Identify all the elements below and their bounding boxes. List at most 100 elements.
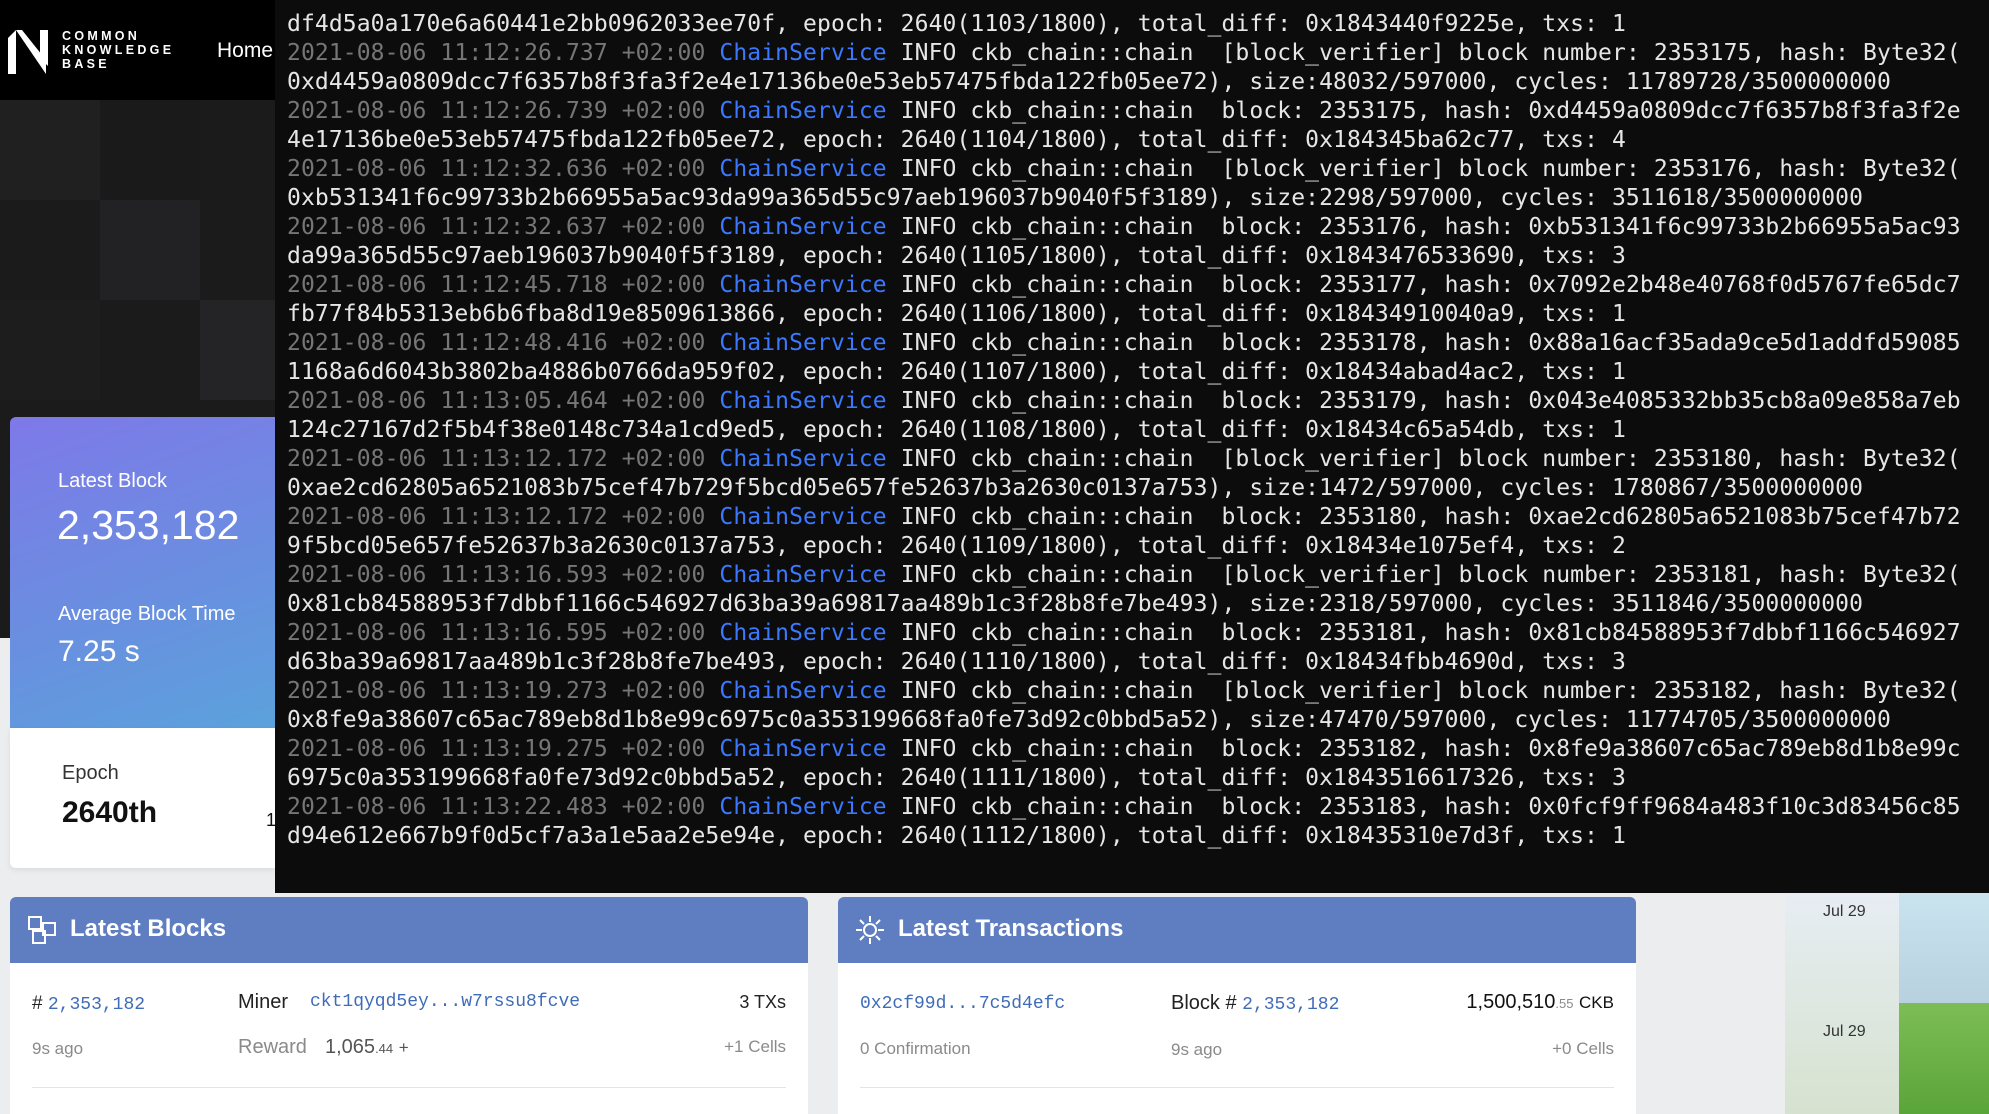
log-timestamp: 2021-08-06 11:13:16.593 +02:00 (287, 562, 706, 588)
log-message: d94e612e667b9f0d5cf7a3a1e5aa2e5e94e, epo… (287, 823, 1626, 849)
logo-text: COMMON KNOWLEDGE BASE (62, 29, 174, 71)
terminal-line: 0xae2cd62805a6521083b75cef47b729f5bcd05e… (287, 474, 1987, 503)
reward-value: 1,065.44 + (325, 1036, 409, 1059)
cells-count: +1 Cells (724, 1037, 786, 1056)
epoch-label: Epoch (62, 762, 119, 784)
epoch-value: 2640th (62, 796, 158, 829)
tx-amount-integer: 1,500,510 (1466, 991, 1556, 1013)
log-timestamp: 2021-08-06 11:13:19.275 +02:00 (287, 736, 706, 762)
log-message: INFO ckb_chain::chain [block_verifier] b… (886, 156, 1961, 182)
side-date: Jul 29 (1823, 1023, 1866, 1040)
logo-line: KNOWLEDGE (62, 43, 175, 57)
row-divider (860, 1087, 1614, 1088)
latest-transactions-title: Latest Transactions (898, 915, 1124, 942)
logo-icon[interactable] (8, 30, 53, 74)
log-timestamp: 2021-08-06 11:13:19.273 +02:00 (287, 678, 706, 704)
log-service: ChainService (719, 156, 887, 182)
block-number-link[interactable]: 2,353,182 (48, 995, 145, 1015)
tx-age: 9s ago (1171, 1040, 1223, 1059)
log-message: INFO ckb_chain::chain [block_verifier] b… (886, 562, 1961, 588)
block-number: # 2,353,182 (32, 993, 145, 1015)
block-age: 9s ago (32, 1039, 84, 1058)
log-message: fb77f84b5313eb6b6fba8d19e8509613866, epo… (287, 301, 1626, 327)
log-message: INFO ckb_chain::chain block: 2353177, ha… (886, 272, 1961, 298)
epoch-card: Epoch 2640th 1 (10, 728, 276, 868)
nav-home-link[interactable]: Home (217, 39, 273, 63)
blocks-icon (28, 916, 56, 944)
log-message: INFO ckb_chain::chain block: 2353180, ha… (886, 504, 1961, 530)
log-service: ChainService (719, 678, 887, 704)
log-message: INFO ckb_chain::chain block: 2353175, ha… (886, 98, 1961, 124)
log-service: ChainService (719, 446, 887, 472)
terminal-line: 2021-08-06 11:12:32.636 +02:00 ChainServ… (287, 155, 1987, 184)
avg-block-time-value: 7.25 s (58, 635, 140, 668)
log-message: INFO ckb_chain::chain block: 2353181, ha… (886, 620, 1961, 646)
log-service: ChainService (719, 736, 887, 762)
log-service: ChainService (719, 214, 887, 240)
miner-address-link[interactable]: ckt1qyqd5ey...w7rssu8fcve (310, 992, 580, 1012)
side-panel (1785, 893, 1899, 1114)
log-timestamp: 2021-08-06 11:12:26.739 +02:00 (287, 98, 706, 124)
logo-line: COMMON (62, 29, 141, 43)
log-service: ChainService (719, 794, 887, 820)
log-timestamp: 2021-08-06 11:13:16.595 +02:00 (287, 620, 706, 646)
log-timestamp: 2021-08-06 11:12:26.737 +02:00 (287, 40, 706, 66)
reward-decimal: .44 (375, 1041, 394, 1056)
tx-amount-decimal: .55 (1555, 996, 1574, 1011)
log-message: INFO ckb_chain::chain block: 2353183, ha… (886, 794, 1961, 820)
terminal-line: df4d5a0a170e6a60441e2bb0962033ee70f, epo… (287, 10, 1987, 39)
tx-block-label: Block # (1171, 992, 1237, 1014)
chain-stats-card: Latest Block 2,353,182 Average Block Tim… (10, 417, 276, 728)
row-divider (32, 1087, 786, 1088)
tx-amount: 1,500,510.55 CKB (1466, 991, 1614, 1014)
terminal-line: 2021-08-06 11:12:45.718 +02:00 ChainServ… (287, 271, 1987, 300)
terminal-line: 2021-08-06 11:13:22.483 +02:00 ChainServ… (287, 793, 1987, 822)
tx-count: 3 TXs (739, 992, 786, 1012)
top-navbar: COMMON KNOWLEDGE BASE Home (0, 0, 276, 100)
log-service: ChainService (719, 388, 887, 414)
log-timestamp: 2021-08-06 11:12:32.637 +02:00 (287, 214, 706, 240)
log-service: ChainService (719, 504, 887, 530)
tx-hash-link[interactable]: 0x2cf99d...7c5d4efc (860, 994, 1065, 1014)
terminal-line: 4e17136be0e53eb57475fbda122fb05ee72, epo… (287, 126, 1987, 155)
terminal-line: 0x8fe9a38607c65ac789eb8d1b8e99c6975c0a35… (287, 706, 1987, 735)
log-message: INFO ckb_chain::chain [block_verifier] b… (886, 40, 1961, 66)
log-message: 9f5bcd05e657fe52637b3a2630c0137a753, epo… (287, 533, 1626, 559)
terminal-line: 2021-08-06 11:13:19.273 +02:00 ChainServ… (287, 677, 1987, 706)
log-service: ChainService (719, 98, 887, 124)
log-timestamp: 2021-08-06 11:12:48.416 +02:00 (287, 330, 706, 356)
log-message: 0xd4459a0809dcc7f6357b8f3fa3f2e4e17136be… (287, 69, 1891, 95)
log-message: da99a365d55c97aeb196037b9040f5f3189, epo… (287, 243, 1626, 269)
log-message: INFO ckb_chain::chain [block_verifier] b… (886, 446, 1961, 472)
bg-tile (100, 100, 200, 200)
latest-blocks-header: Latest Blocks (10, 897, 808, 963)
latest-transactions-header: Latest Transactions (838, 897, 1636, 963)
latest-block-value: 2,353,182 (57, 502, 240, 548)
log-message: 4e17136be0e53eb57475fbda122fb05ee72, epo… (287, 127, 1626, 153)
bg-tile (0, 300, 100, 400)
log-timestamp: 2021-08-06 11:12:45.718 +02:00 (287, 272, 706, 298)
log-message: 1168a6d6043b3802ba4886b0766da959f02, epo… (287, 359, 1626, 385)
reward-label: Reward (238, 1036, 307, 1058)
log-timestamp: 2021-08-06 11:13:05.464 +02:00 (287, 388, 706, 414)
tx-cells: +0 Cells (1552, 1039, 1614, 1058)
tx-block-number-link[interactable]: 2,353,182 (1242, 995, 1339, 1015)
log-message: 6975c0a353199668fa0fe73d92c0bbd5a52, epo… (287, 765, 1626, 791)
terminal-line: 2021-08-06 11:12:32.637 +02:00 ChainServ… (287, 213, 1987, 242)
terminal-line: 0xd4459a0809dcc7f6357b8f3fa3f2e4e17136be… (287, 68, 1987, 97)
terminal-line: 2021-08-06 11:13:05.464 +02:00 ChainServ… (287, 387, 1987, 416)
terminal-line: 2021-08-06 11:13:19.275 +02:00 ChainServ… (287, 735, 1987, 764)
terminal-line: d63ba39a69817aa489b1c3f28b8fe7be493, epo… (287, 648, 1987, 677)
terminal-window[interactable]: df4d5a0a170e6a60441e2bb0962033ee70f, epo… (275, 0, 1989, 893)
avg-block-time-label: Average Block Time (58, 603, 236, 625)
terminal-line: d94e612e667b9f0d5cf7a3a1e5aa2e5e94e, epo… (287, 822, 1987, 851)
terminal-line: 6975c0a353199668fa0fe73d92c0bbd5a52, epo… (287, 764, 1987, 793)
log-message: 0x81cb84588953f7dbbf1166c546927d63ba39a6… (287, 591, 1864, 617)
terminal-line: 2021-08-06 11:13:12.172 +02:00 ChainServ… (287, 445, 1987, 474)
side-image-sky (1899, 893, 1989, 1008)
bg-tile (100, 200, 200, 300)
side-window: Jul 29 Jul 29 (1785, 893, 1989, 1114)
transactions-icon (856, 916, 884, 944)
log-service: ChainService (719, 562, 887, 588)
log-service: ChainService (719, 40, 887, 66)
